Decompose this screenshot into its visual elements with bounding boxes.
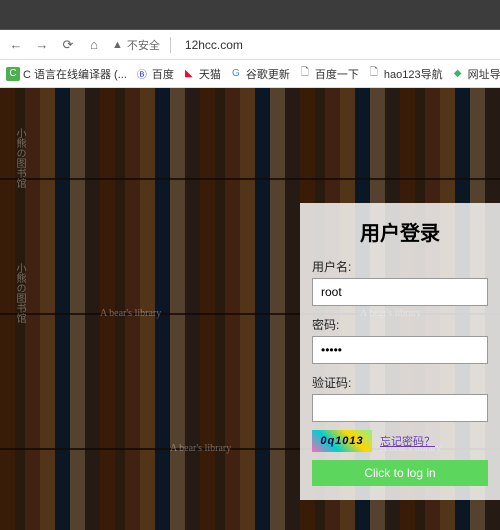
- bookmark-item-2[interactable]: ◣天猫: [182, 66, 221, 82]
- bookmark-label: 百度: [152, 66, 174, 82]
- bookmark-item-5[interactable]: 🗋hao123导航: [367, 66, 443, 82]
- bookmark-item-0[interactable]: CC 语言在线编译器 (...: [6, 66, 127, 82]
- separator: [170, 37, 171, 53]
- bookmarks-bar: CC 语言在线编译器 (...Ⓑ百度◣天猫G谷歌更新🗋百度一下🗋hao123导航…: [0, 60, 500, 88]
- browser-toolbar: ← → ⟳ ⌂ ▲ 不安全 12hcc.com: [0, 30, 500, 60]
- bookmark-icon: 🗋: [367, 67, 381, 81]
- bookmark-item-1[interactable]: Ⓑ百度: [135, 66, 174, 82]
- captcha-label: 验证码:: [312, 374, 488, 391]
- username-label: 用户名:: [312, 258, 488, 275]
- bookmark-icon: 🗋: [298, 67, 312, 81]
- bookmark-icon: Ⓑ: [135, 67, 149, 81]
- bookmark-item-3[interactable]: G谷歌更新: [229, 66, 290, 82]
- watermark-vertical: 小熊の图书馆: [12, 263, 27, 323]
- watermark-horizontal: A bear's library: [100, 308, 161, 319]
- watermark-vertical: 小熊の图书馆: [12, 128, 27, 188]
- bookmark-item-4[interactable]: 🗋百度一下: [298, 66, 359, 82]
- forgot-password-link[interactable]: 忘记密码？: [380, 433, 435, 449]
- shelf-line: [0, 178, 500, 180]
- security-text: 不安全: [127, 37, 160, 53]
- login-panel: 用户登录 用户名: 密码: 验证码: 0q1013 忘记密码？ Click to…: [300, 203, 500, 500]
- bookmark-label: 百度一下: [315, 66, 359, 82]
- page-content: 小熊の图书馆 小熊の图书馆 A bear's library A bear's …: [0, 88, 500, 530]
- captcha-input[interactable]: [312, 394, 488, 422]
- captcha-image[interactable]: 0q1013: [312, 430, 372, 452]
- watermark-horizontal: A bear's library: [170, 443, 231, 454]
- tab-strip: [0, 0, 500, 30]
- login-title: 用户登录: [312, 217, 488, 246]
- security-indicator[interactable]: ▲ 不安全: [112, 37, 160, 53]
- bookmark-label: C 语言在线编译器 (...: [23, 66, 127, 82]
- bookmark-label: 网址导航: [468, 66, 500, 82]
- warning-icon: ▲: [112, 39, 123, 51]
- bookmark-icon: ◆: [451, 67, 465, 81]
- username-input[interactable]: [312, 278, 488, 306]
- password-input[interactable]: [312, 336, 488, 364]
- bookmark-item-6[interactable]: ◆网址导航: [451, 66, 500, 82]
- password-label: 密码:: [312, 316, 488, 333]
- login-button[interactable]: Click to log in: [312, 460, 488, 486]
- address-bar[interactable]: 12hcc.com: [185, 38, 243, 52]
- bookmark-label: 天猫: [199, 66, 221, 82]
- bookmark-label: hao123导航: [384, 66, 443, 82]
- forward-button[interactable]: →: [34, 37, 50, 53]
- bookmark-icon: ◣: [182, 67, 196, 81]
- bookmark-icon: C: [6, 67, 20, 81]
- reload-button[interactable]: ⟳: [60, 37, 76, 53]
- back-button[interactable]: ←: [8, 37, 24, 53]
- bookmark-icon: G: [229, 67, 243, 81]
- captcha-row: 0q1013 忘记密码？: [312, 430, 488, 452]
- home-button[interactable]: ⌂: [86, 37, 102, 53]
- bookmark-label: 谷歌更新: [246, 66, 290, 82]
